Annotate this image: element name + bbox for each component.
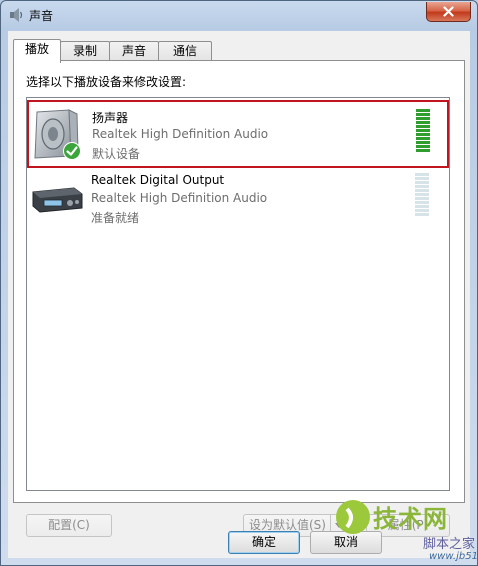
volume-level-meter [416, 109, 430, 155]
vu-segment [416, 117, 430, 120]
vu-segment [416, 121, 430, 124]
window-title: 声音 [29, 9, 54, 23]
device-status: 准备就绪 [91, 211, 140, 225]
vu-segment [415, 197, 429, 200]
vu-segment [416, 145, 430, 148]
device-name: Realtek Digital Output [91, 173, 225, 187]
vu-segment [416, 149, 430, 152]
device-item-digital-output[interactable]: Realtek Digital Output Realtek High Defi… [28, 166, 446, 230]
tab-recording[interactable]: 录制 [60, 41, 110, 61]
playback-tab-panel: 选择以下播放设备来修改设置: 扬声器 Realtek High Definiti… [13, 60, 465, 537]
playback-device-list[interactable]: 扬声器 Realtek High Definition Audio 默认设备 R… [26, 97, 450, 491]
vu-segment [415, 189, 429, 192]
vu-segment [415, 209, 429, 212]
site-watermark: 技术网 脚本之家 www.jb51.net [331, 489, 478, 565]
vu-segment [415, 181, 429, 184]
vu-segment [415, 173, 429, 176]
sound-dialog-window: 声音 播放 录制 声音 通信 选择以下播放设备来修改设置: 扬声器 Realte… [0, 0, 478, 566]
vu-segment [415, 193, 429, 196]
vu-segment [415, 177, 429, 180]
device-name: 扬声器 [92, 111, 129, 125]
set-default-label: 设为默认值(S) [249, 518, 326, 532]
vu-segment [415, 205, 429, 208]
vu-segment [415, 185, 429, 188]
vu-segment [416, 133, 430, 136]
tab-communications[interactable]: 通信 [158, 41, 212, 61]
vu-segment [415, 201, 429, 204]
vu-segment [415, 213, 429, 216]
device-status: 默认设备 [92, 147, 141, 161]
instruction-label: 选择以下播放设备来修改设置: [26, 75, 187, 89]
volume-level-meter [415, 173, 429, 219]
speaker-icon [8, 7, 24, 23]
tab-sounds[interactable]: 声音 [109, 41, 159, 61]
vu-segment [416, 125, 430, 128]
title-bar[interactable]: 声音 [1, 1, 477, 29]
device-item-speakers[interactable]: 扬声器 Realtek High Definition Audio 默认设备 [27, 100, 449, 168]
vu-segment [416, 141, 430, 144]
close-button[interactable] [426, 2, 471, 22]
watermark-subtitle: 脚本之家 [423, 537, 476, 552]
vu-segment [416, 109, 430, 112]
watermark-logo-icon [336, 500, 370, 534]
close-x-icon [443, 6, 454, 17]
device-driver: Realtek High Definition Audio [92, 127, 269, 141]
vu-segment [416, 129, 430, 132]
vu-segment [416, 137, 430, 140]
configure-button[interactable]: 配置(C) [26, 514, 112, 537]
vu-segment [416, 113, 430, 116]
tab-playback[interactable]: 播放 [13, 39, 61, 63]
ok-button[interactable]: 确定 [228, 531, 300, 554]
watermark-title: 技术网 [373, 505, 448, 533]
device-driver: Realtek High Definition Audio [91, 191, 268, 205]
dialog-client-area: 播放 录制 声音 通信 选择以下播放设备来修改设置: 扬声器 Realtek H… [8, 31, 470, 558]
default-check-icon [63, 142, 81, 160]
digital-output-device-icon [30, 172, 84, 226]
watermark-url: www.jb51.net [429, 551, 478, 562]
